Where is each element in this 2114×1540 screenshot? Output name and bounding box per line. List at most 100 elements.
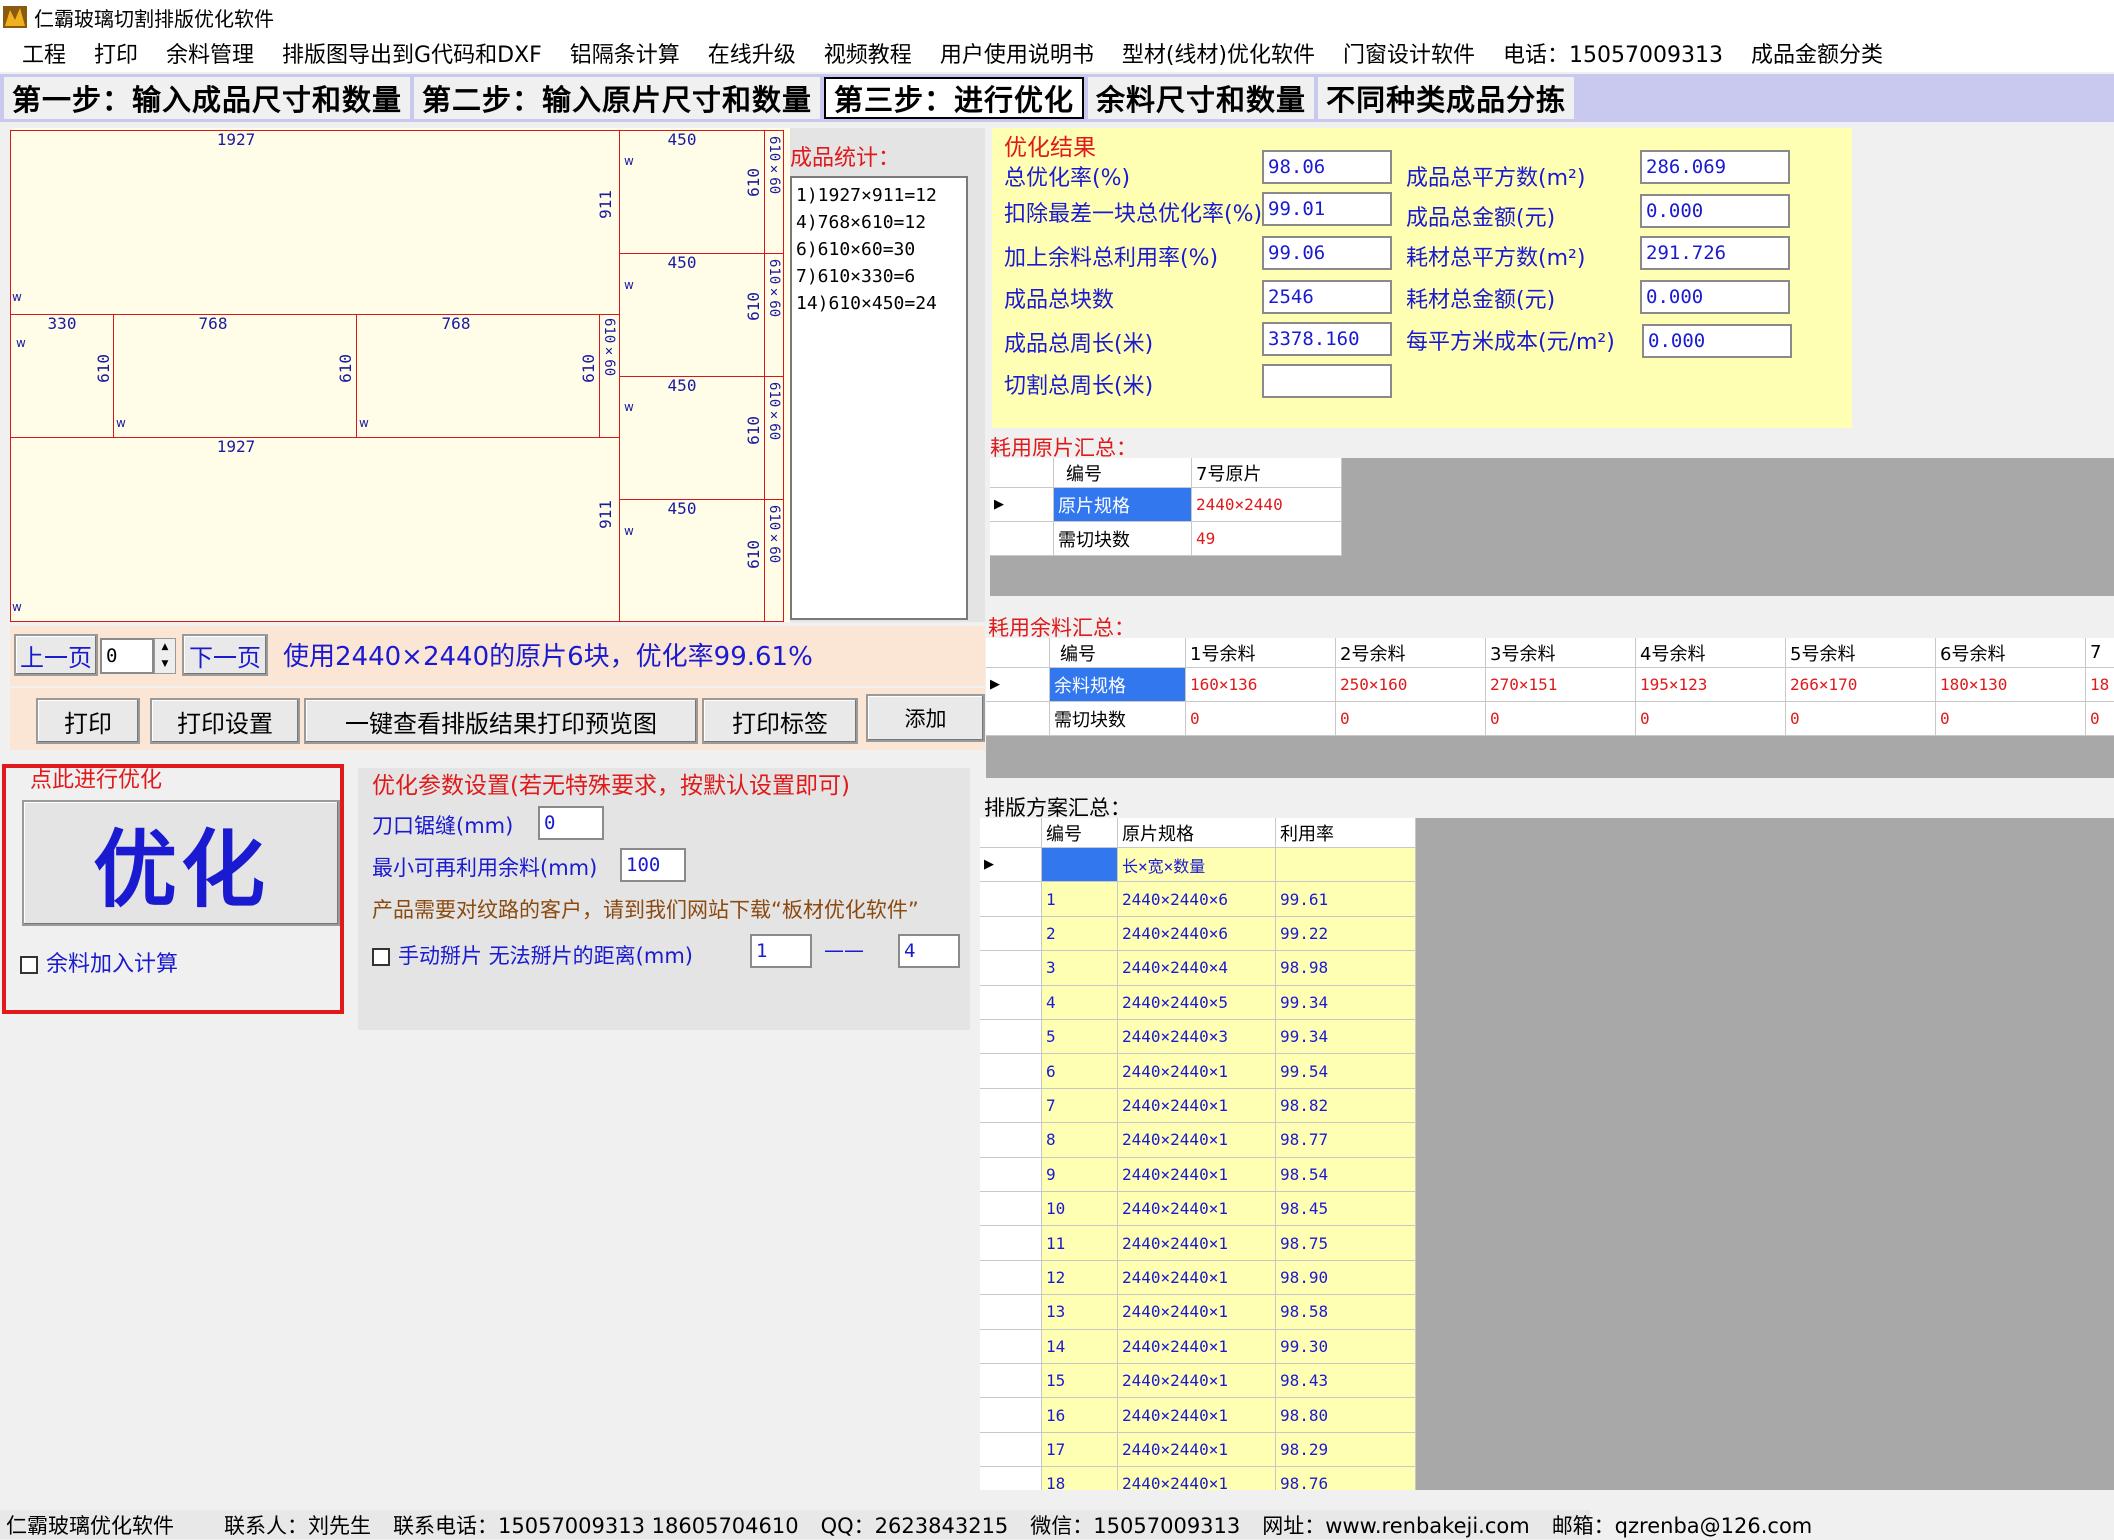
table-cell[interactable]: 11 — [1042, 1226, 1118, 1261]
table-cell[interactable]: 16 — [1042, 1398, 1118, 1433]
tab-step3[interactable]: 第三步：进行优化 — [824, 77, 1085, 119]
table-cell[interactable]: 15 — [1042, 1364, 1118, 1399]
table-cell[interactable]: 需切块数 — [1050, 702, 1186, 736]
table-cell[interactable] — [1276, 848, 1416, 883]
menu-export-gcode-dxf[interactable]: 排版图导出到G代码和DXF — [268, 37, 556, 69]
table-cell[interactable]: 2440×2440×5 — [1118, 985, 1276, 1020]
table-cell[interactable]: 98.29 — [1276, 1432, 1416, 1468]
table-cell[interactable]: 98.58 — [1276, 1295, 1416, 1330]
menu-user-manual[interactable]: 用户使用说明书 — [926, 37, 1108, 69]
table-cell[interactable]: 18 — [2086, 668, 2114, 702]
tab-step1[interactable]: 第一步：输入成品尺寸和数量 — [4, 77, 411, 119]
list-item[interactable]: 6)610×60=30 — [796, 236, 962, 263]
table-cell[interactable]: 98.76 — [1276, 1467, 1416, 1490]
menu-online-upgrade[interactable]: 在线升级 — [694, 37, 810, 69]
table-cell[interactable]: 7 — [1042, 1088, 1118, 1124]
table-cell[interactable]: 2440×2440×1 — [1118, 1088, 1276, 1124]
table-cell[interactable]: 98.82 — [1276, 1088, 1416, 1124]
menu-phone[interactable]: 电话：15057009313 — [1489, 37, 1737, 69]
menu-profile-software[interactable]: 型材(线材)优化软件 — [1108, 37, 1329, 69]
table-cell[interactable]: 99.61 — [1276, 882, 1416, 917]
table-cell[interactable] — [1042, 848, 1118, 883]
table-cell[interactable]: 195×123 — [1636, 668, 1786, 702]
table-cell[interactable]: 2440×2440 — [1192, 488, 1342, 522]
table-cell[interactable]: 99.30 — [1276, 1329, 1416, 1364]
table-cell[interactable]: 需切块数 — [1054, 522, 1192, 556]
print-button[interactable]: 打印 — [36, 698, 140, 744]
table-cell[interactable]: 2440×2440×1 — [1118, 1260, 1276, 1296]
table-cell[interactable]: 2440×2440×1 — [1118, 1467, 1276, 1490]
menu-amount-category[interactable]: 成品金额分类 — [1737, 37, 1897, 69]
tab-step2[interactable]: 第二步：输入原片尺寸和数量 — [414, 77, 821, 119]
table-cell[interactable]: 9 — [1042, 1157, 1118, 1192]
table-cell[interactable]: 2440×2440×1 — [1118, 1226, 1276, 1261]
table-cell[interactable]: 2440×2440×1 — [1118, 1192, 1276, 1227]
table-cell[interactable]: 10 — [1042, 1192, 1118, 1227]
table-cell[interactable]: 2440×2440×1 — [1118, 1054, 1276, 1089]
table-cell[interactable]: 17 — [1042, 1432, 1118, 1468]
table-cell[interactable]: 2440×2440×6 — [1118, 882, 1276, 917]
table-cell[interactable]: 0 — [1936, 702, 2086, 736]
table-cell[interactable]: 98.98 — [1276, 951, 1416, 986]
table-cell[interactable]: 49 — [1192, 522, 1342, 556]
menu-spacer-calc[interactable]: 铝隔条计算 — [556, 37, 694, 69]
table-cell[interactable]: 2440×2440×1 — [1118, 1329, 1276, 1364]
table-cell[interactable]: 2 — [1042, 916, 1118, 952]
table-cell[interactable]: 2440×2440×1 — [1118, 1432, 1276, 1468]
print-label-button[interactable]: 打印标签 — [702, 698, 858, 744]
table-cell[interactable]: 0 — [2086, 702, 2114, 736]
table-cell[interactable]: 266×170 — [1786, 668, 1936, 702]
table-cell[interactable]: 99.22 — [1276, 916, 1416, 952]
list-item[interactable]: 4)768×610=12 — [796, 209, 962, 236]
menu-print[interactable]: 打印 — [80, 37, 152, 69]
table-cell[interactable]: 0 — [1786, 702, 1936, 736]
table-cell[interactable]: 98.80 — [1276, 1398, 1416, 1433]
print-settings-button[interactable]: 打印设置 — [150, 698, 300, 744]
table-cell[interactable]: 99.54 — [1276, 1054, 1416, 1089]
table-cell[interactable]: 98.54 — [1276, 1157, 1416, 1192]
include-remnant-checkbox[interactable] — [20, 956, 38, 974]
table-cell[interactable]: 4 — [1042, 985, 1118, 1020]
table-cell[interactable]: 250×160 — [1336, 668, 1486, 702]
table-cell[interactable]: 5 — [1042, 1020, 1118, 1055]
table-cell[interactable]: 99.34 — [1276, 1020, 1416, 1055]
list-item[interactable]: 7)610×330=6 — [796, 263, 962, 290]
break-distance-to-input[interactable]: 4 — [898, 934, 960, 968]
table-cell[interactable]: 98.77 — [1276, 1123, 1416, 1158]
menu-remnant-management[interactable]: 余料管理 — [152, 37, 268, 69]
add-button[interactable]: 添加 — [866, 694, 985, 742]
table-cell[interactable]: 2440×2440×1 — [1118, 1364, 1276, 1399]
tab-remnant[interactable]: 余料尺寸和数量 — [1088, 77, 1315, 119]
table-cell[interactable]: 0 — [1336, 702, 1486, 736]
table-cell[interactable]: 180×130 — [1936, 668, 2086, 702]
table-cell[interactable]: 98.45 — [1276, 1192, 1416, 1227]
table-cell[interactable]: 99.34 — [1276, 985, 1416, 1020]
page-number-input[interactable]: 0 — [100, 638, 154, 674]
table-cell[interactable]: 2440×2440×3 — [1118, 1020, 1276, 1055]
kerf-input[interactable]: 0 — [538, 806, 604, 840]
table-cell[interactable]: 98.43 — [1276, 1364, 1416, 1399]
list-item[interactable]: 1)1927×911=12 — [796, 182, 962, 209]
break-distance-from-input[interactable]: 1 — [750, 934, 812, 968]
table-cell[interactable]: 2440×2440×1 — [1118, 1295, 1276, 1330]
menu-video-tutorial[interactable]: 视频教程 — [810, 37, 926, 69]
menu-project[interactable]: 工程 — [8, 37, 80, 69]
table-cell[interactable]: 原片规格 — [1054, 488, 1192, 522]
table-cell[interactable]: 0 — [1186, 702, 1336, 736]
print-preview-button[interactable]: 一键查看排版结果打印预览图 — [304, 698, 698, 744]
min-remnant-input[interactable]: 100 — [620, 848, 686, 882]
table-cell[interactable]: 0 — [1486, 702, 1636, 736]
table-cell[interactable]: 270×151 — [1486, 668, 1636, 702]
table-cell[interactable]: 14 — [1042, 1329, 1118, 1364]
table-cell[interactable]: 2440×2440×4 — [1118, 951, 1276, 986]
table-cell[interactable]: 2440×2440×1 — [1118, 1123, 1276, 1158]
table-cell[interactable]: 2440×2440×6 — [1118, 916, 1276, 952]
table-cell[interactable]: 余料规格 — [1050, 668, 1186, 702]
table-cell[interactable]: 1 — [1042, 882, 1118, 917]
next-page-button[interactable]: 下一页 — [182, 634, 268, 676]
optimize-button[interactable]: 优化 — [22, 800, 340, 926]
table-cell[interactable]: 长×宽×数量 — [1118, 848, 1276, 883]
table-cell[interactable]: 2440×2440×1 — [1118, 1157, 1276, 1192]
table-cell[interactable]: 3 — [1042, 951, 1118, 986]
stats-list[interactable]: 1)1927×911=12 4)768×610=12 6)610×60=30 7… — [790, 176, 968, 620]
